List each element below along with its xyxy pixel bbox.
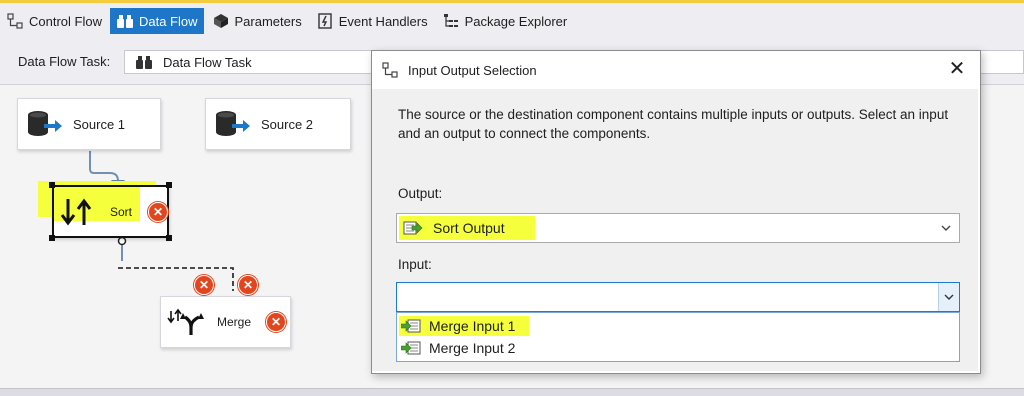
sort-to-merge-pending-path xyxy=(118,240,234,291)
close-button[interactable]: ✕ xyxy=(946,58,968,80)
top-accent-bar xyxy=(0,0,1024,3)
parameters-icon xyxy=(212,12,230,30)
sort-icon xyxy=(60,197,94,227)
input-option-label: Merge Input 1 xyxy=(429,318,516,334)
input-option-icon xyxy=(400,318,421,334)
output-icon xyxy=(403,220,423,236)
selection-handle[interactable] xyxy=(49,235,55,241)
selection-handle[interactable] xyxy=(166,182,172,188)
input-options-list: Merge Input 1 Merge Input 2 xyxy=(396,312,960,362)
dialog-titlebar: Input Output Selection xyxy=(382,62,537,78)
tab-package-explorer[interactable]: Package Explorer xyxy=(436,8,574,34)
path-error-icon[interactable]: ✕ xyxy=(238,275,258,295)
input-label-text: Input: xyxy=(398,257,432,272)
control-flow-icon xyxy=(6,12,24,30)
dialog-body: The source or the destination component … xyxy=(372,89,978,371)
output-select[interactable]: Sort Output xyxy=(396,213,960,243)
input-option-merge-input-1[interactable]: Merge Input 1 xyxy=(399,316,529,336)
close-icon: ✕ xyxy=(948,58,966,80)
designer-tabs: Control Flow Data Flow Parameters Event … xyxy=(0,4,1024,38)
tab-label: Event Handlers xyxy=(338,13,428,29)
source2-label: Source 2 xyxy=(261,116,314,132)
path-error-icon[interactable]: ✕ xyxy=(194,275,214,295)
tab-label: Package Explorer xyxy=(464,13,568,29)
tab-control-flow[interactable]: Control Flow xyxy=(0,8,108,34)
source1-label: Source 1 xyxy=(73,116,126,132)
dialog-title: Input Output Selection xyxy=(408,62,537,78)
output-label: Output: xyxy=(398,186,442,201)
input-dropdown-button[interactable] xyxy=(938,283,959,311)
event-handlers-icon xyxy=(316,12,334,30)
tab-label: Control Flow xyxy=(29,13,102,29)
sort-error-icon[interactable]: ✕ xyxy=(148,202,168,222)
chevron-down-icon xyxy=(939,221,953,235)
task-value: Data Flow Task xyxy=(163,55,252,70)
merge-component[interactable]: Merge ✕ xyxy=(160,296,291,348)
tab-label: Data Flow xyxy=(138,13,198,29)
input-select[interactable] xyxy=(396,282,960,312)
dialog-icon xyxy=(382,62,400,78)
package-explorer-icon xyxy=(442,12,460,30)
input-option-merge-input-2[interactable]: Merge Input 2 xyxy=(400,338,516,358)
output-value: Sort Output xyxy=(433,220,505,236)
task-label: Data Flow Task: xyxy=(18,54,111,69)
sort-component[interactable]: Sort ✕ xyxy=(49,182,172,241)
input-output-selection-dialog: Input Output Selection ✕ The source or t… xyxy=(371,50,981,374)
source-icon xyxy=(215,109,251,139)
merge-label: Merge xyxy=(217,315,252,329)
tab-parameters[interactable]: Parameters xyxy=(206,8,308,34)
source2-component[interactable]: Source 2 xyxy=(205,98,351,150)
source1-component[interactable]: Source 1 xyxy=(17,98,161,150)
selection-handle[interactable] xyxy=(49,182,55,188)
merge-error-icon[interactable]: ✕ xyxy=(266,312,286,332)
chevron-down-icon xyxy=(944,294,954,300)
merge-icon xyxy=(167,307,207,337)
source-icon xyxy=(27,109,63,139)
input-option-label: Merge Input 2 xyxy=(429,340,516,356)
input-label: Input: xyxy=(398,257,432,272)
tab-event-handlers[interactable]: Event Handlers xyxy=(310,8,434,34)
output-label-text: Output: xyxy=(398,186,443,201)
tab-label: Parameters xyxy=(234,13,302,29)
input-option-icon xyxy=(400,340,421,356)
tab-data-flow[interactable]: Data Flow xyxy=(109,8,204,34)
connector-handle[interactable] xyxy=(117,236,127,246)
sort-label: Sort xyxy=(110,204,133,219)
selection-handle[interactable] xyxy=(166,235,172,241)
data-flow-task-icon xyxy=(135,54,152,70)
dialog-description: The source or the destination component … xyxy=(398,107,949,141)
data-flow-icon xyxy=(116,12,134,30)
source1-to-sort-path xyxy=(89,151,119,185)
